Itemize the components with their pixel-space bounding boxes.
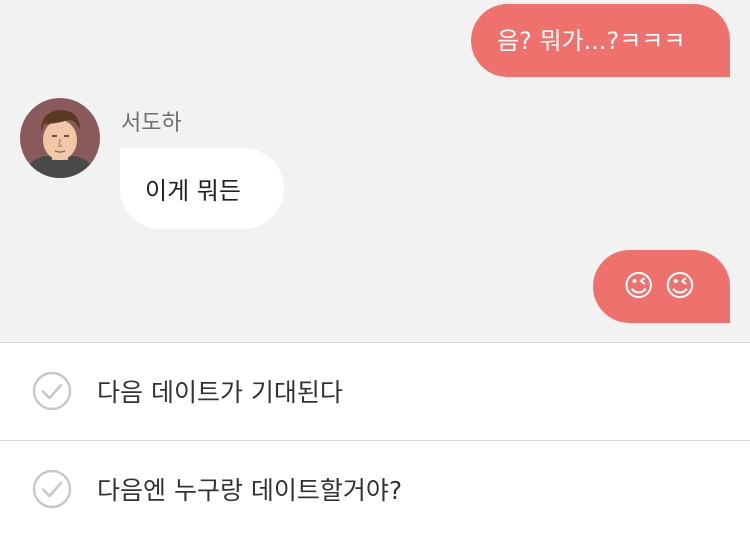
choice-option[interactable]: 다음 데이트가 기대된다 — [0, 343, 750, 439]
outgoing-message-text: 😉😉 — [623, 268, 706, 304]
outgoing-message-bubble: 😉😉 — [593, 250, 730, 323]
sender-name: 서도하 — [121, 111, 182, 136]
incoming-message-text: 이게 뭐든 — [145, 177, 241, 205]
choice-option-label: 다음 데이트가 기대된다 — [97, 378, 343, 407]
avatar[interactable] — [20, 98, 100, 178]
avatar-portrait-icon — [20, 98, 100, 178]
choice-option-label: 다음엔 누구랑 데이트할거야? — [97, 476, 403, 505]
outgoing-message-text: 음? 뭐가...?ㅋㅋㅋ — [497, 26, 686, 55]
check-circle-icon — [32, 469, 72, 509]
check-circle-icon — [32, 371, 72, 411]
choice-option[interactable]: 다음엔 누구랑 데이트할거야? — [0, 441, 750, 537]
outgoing-message-bubble: 음? 뭐가...?ㅋㅋㅋ — [471, 4, 730, 77]
chat-area: 음? 뭐가...?ㅋㅋㅋ 서도하 이게 뭐든 😉😉 — [0, 0, 750, 342]
incoming-message-bubble: 이게 뭐든 — [120, 148, 284, 229]
